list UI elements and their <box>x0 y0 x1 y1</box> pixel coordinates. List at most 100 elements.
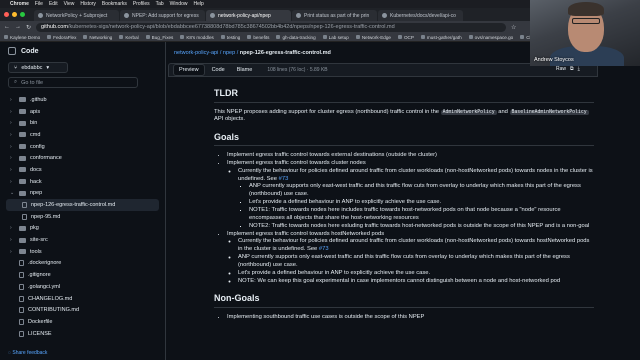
forward-icon[interactable]: → <box>15 24 21 30</box>
tree-item-label: npep-126-egress-traffic-control.md <box>31 202 116 209</box>
bookmark-item[interactable]: ovs/namespace.go <box>468 35 513 40</box>
tree-item-npep-126[interactable]: npep-126-egress-traffic-control.md <box>6 199 159 211</box>
tree-item-contributing[interactable]: CONTRIBUTING.md <box>0 304 165 316</box>
back-icon[interactable]: ← <box>4 24 10 30</box>
browser-tab[interactable]: NetworkPolicy + Subproject <box>34 10 119 21</box>
code-anp: AdminNetworkPolicy <box>440 109 497 115</box>
bookmark-item[interactable]: Kaylene Demo <box>4 35 40 40</box>
url-host: github.com <box>41 24 68 30</box>
bookmark-icon <box>220 35 225 39</box>
menu-profiles[interactable]: Profiles <box>133 1 150 7</box>
bookmark-star-icon[interactable]: ☆ <box>511 24 516 31</box>
tree-item-license[interactable]: LICENSE <box>0 328 165 340</box>
non-goals-list: Implementing southbound traffic use case… <box>214 314 594 322</box>
breadcrumb-repo[interactable]: network-policy-api <box>174 50 218 56</box>
issue-link[interactable]: #73 <box>279 176 289 182</box>
menu-app[interactable]: Chrome <box>10 1 29 7</box>
bookmark-item[interactable]: testing <box>220 35 240 40</box>
tree-item-label: hack <box>30 178 42 185</box>
tree-item-golangci[interactable]: .golangci.yml <box>0 281 165 293</box>
menu-bookmarks[interactable]: Bookmarks <box>102 1 127 7</box>
issue-link[interactable]: #73 <box>319 246 329 252</box>
tree-item-tools[interactable]: › tools <box>0 246 165 258</box>
goal-item: Implement egress traffic control towards… <box>227 231 594 286</box>
bookmark-item[interactable]: Network-Edge <box>355 35 391 40</box>
bookmark-item[interactable]: OCP <box>397 34 414 40</box>
bookmark-item[interactable]: Networking <box>83 35 112 40</box>
webcam-name: Andrew Stoycos <box>534 57 574 63</box>
share-feedback-link[interactable]: ◌ Share feedback <box>8 350 47 356</box>
tree-item-github[interactable]: › .github <box>0 94 165 106</box>
tab-preview[interactable]: Preview <box>173 64 205 76</box>
tree-item-dockerignore[interactable]: .dockerignore <box>0 258 165 270</box>
browser-tab-active[interactable]: network-policy-api/npep <box>206 10 291 21</box>
reload-icon[interactable]: ↻ <box>26 24 31 31</box>
file-icon <box>19 307 24 314</box>
tab-code[interactable]: Code <box>207 65 230 75</box>
tree-item-npep-95[interactable]: npep-95.md <box>0 211 165 223</box>
tree-item-apis[interactable]: › apis <box>0 106 165 118</box>
tree-item-conformance[interactable]: › conformance <box>0 152 165 164</box>
tree-item-label: CHANGELOG.md <box>28 295 73 302</box>
bookmark-item[interactable]: benefits <box>247 35 269 40</box>
menu-file[interactable]: File <box>35 1 43 7</box>
raw-button[interactable]: Raw <box>556 66 566 72</box>
download-icon[interactable]: ⤓ <box>578 66 580 72</box>
folder-icon <box>19 179 26 185</box>
collapse-sidebar-icon[interactable] <box>8 47 16 55</box>
bookmark-item[interactable]: must-gather/gath <box>420 34 462 40</box>
go-to-file-input[interactable]: ⌕ Go to file <box>8 77 138 88</box>
browser-tab[interactable]: NPEP: Add support for egress <box>120 10 205 21</box>
bookmark-label: must-gather/gath <box>426 34 462 40</box>
tree-item-hack[interactable]: › hack <box>0 176 165 188</box>
file-icon <box>19 260 24 267</box>
chevron-right-icon: › <box>10 237 12 244</box>
tree-item-cmd[interactable]: › cmd <box>0 129 165 141</box>
breadcrumb-folder[interactable]: npep <box>223 50 235 56</box>
text: Implement egress traffic control towards… <box>227 230 385 237</box>
browser-tab[interactable]: Kubernetes/docs/devel/api-co <box>378 10 463 21</box>
tree-item-dockerfile[interactable]: Dockerfile <box>0 316 165 328</box>
browser-tab[interactable]: Print status as part of the prin <box>292 10 377 21</box>
bookmark-item[interactable]: Lab setup <box>322 35 349 40</box>
tree-item-bin[interactable]: › bin <box>0 117 165 129</box>
tab-blame[interactable]: Blame <box>232 65 258 75</box>
zoom-window-icon[interactable] <box>20 12 25 17</box>
tree-item-label: npep-95.md <box>31 213 61 220</box>
chevron-down-icon: ▾ <box>46 64 50 71</box>
tree-item-gitignore[interactable]: .gitignore <box>0 269 165 281</box>
webcam-overlay: Andrew Stoycos <box>530 0 640 66</box>
bookmark-item[interactable]: Bug_Fixes <box>145 35 173 40</box>
folder-icon <box>19 144 26 150</box>
menu-tab[interactable]: Tab <box>156 1 164 7</box>
menu-help[interactable]: Help <box>193 1 203 7</box>
bookmark-item[interactable]: K8's moddles <box>180 35 214 40</box>
menu-window[interactable]: Window <box>170 1 188 7</box>
url-bar[interactable]: github.com/kubernetes-sigs/network-polic… <box>36 22 507 32</box>
folder-icon <box>19 155 26 161</box>
tree-item-docs[interactable]: › docs <box>0 164 165 176</box>
goal-subsubitem: NOTE2: Traffic towards nodes here exludi… <box>249 223 594 231</box>
tree-item-site-src[interactable]: › site-src <box>0 234 165 246</box>
copy-icon[interactable]: ⧉ <box>570 66 574 72</box>
folder-icon <box>19 225 26 231</box>
tree-item-changelog[interactable]: CHANGELOG.md <box>0 293 165 305</box>
close-window-icon[interactable] <box>4 12 9 17</box>
bookmark-item[interactable]: gh-data-tracking <box>276 35 316 40</box>
tree-item-pkg[interactable]: › pkg <box>0 223 165 235</box>
browser-tab-label: Kubernetes/docs/devel/api-co <box>390 12 456 19</box>
menu-edit[interactable]: Edit <box>49 1 58 7</box>
goal-subsubitem: NOTE1: Traffic towards nodes here includ… <box>249 207 594 222</box>
menu-history[interactable]: History <box>80 1 96 7</box>
bookmark-item[interactable]: FedoraFlex <box>47 35 76 40</box>
bookmark-label: OCP <box>403 34 414 40</box>
tree-item-config[interactable]: › config <box>0 141 165 153</box>
bookmark-item[interactable]: Kerbal <box>119 35 139 40</box>
tree-item-label: npep <box>30 190 43 197</box>
menu-view[interactable]: View <box>64 1 75 7</box>
minimize-window-icon[interactable] <box>12 12 17 17</box>
bookmark-icon <box>47 35 52 39</box>
bookmark-icon <box>322 35 327 39</box>
tree-item-npep[interactable]: ⌄ npep <box>0 188 165 200</box>
branch-selector[interactable]: ⑂ ebdabbc ▾ <box>8 62 68 73</box>
